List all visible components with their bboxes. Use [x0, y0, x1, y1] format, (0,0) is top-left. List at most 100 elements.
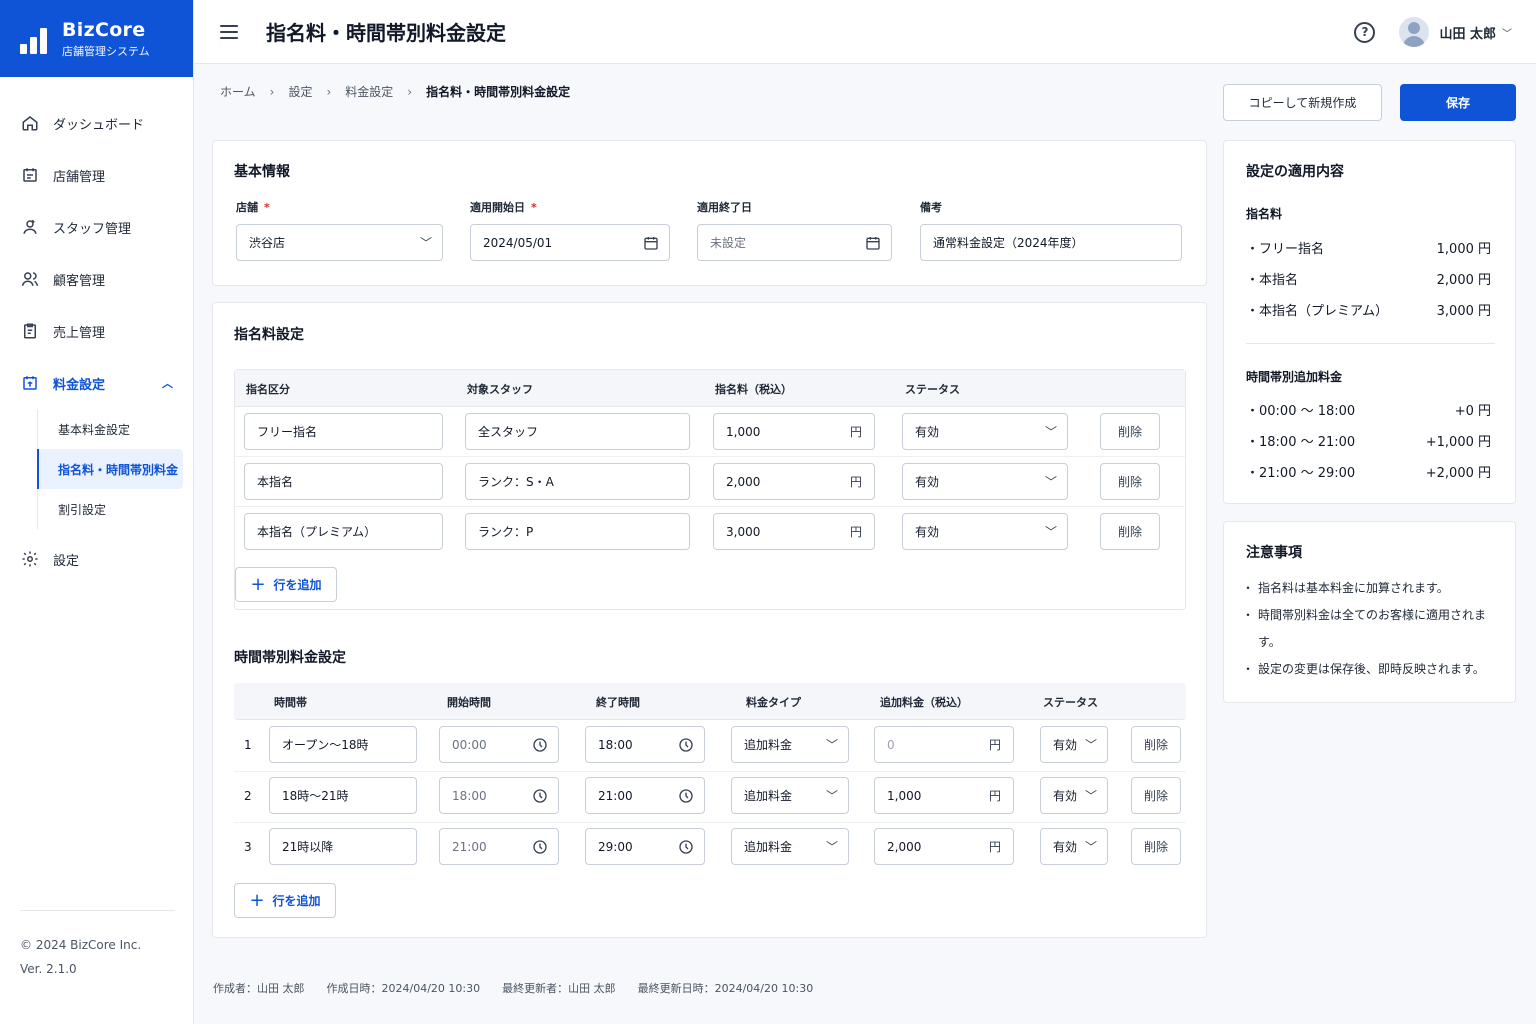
status-select[interactable]: 有効 ﹀	[1040, 777, 1108, 814]
cell-value: 有効	[915, 525, 940, 539]
calendar-icon[interactable]	[643, 225, 659, 260]
row-divider	[235, 506, 1185, 507]
nomination-type-input[interactable]: 本指名	[244, 463, 443, 500]
nomination-type-input[interactable]: 本指名（プレミアム）	[244, 513, 443, 550]
cell-value: 18:00	[598, 737, 633, 752]
timeband-table-header: 時間帯 開始時間 終了時間 料金タイプ 追加料金（税込） ステータス	[234, 683, 1186, 720]
fee-input[interactable]: 3,000 円	[713, 513, 875, 550]
note-label: 備考	[920, 201, 942, 214]
extra-fee-input[interactable]: 1,000 円	[874, 777, 1014, 814]
breadcrumb-settings[interactable]: 設定	[288, 83, 312, 100]
summary-value: 3,000 円	[1436, 304, 1491, 319]
clock-icon	[532, 778, 548, 813]
add-timeband-row-button[interactable]: + 行を追加	[234, 883, 336, 918]
sidebar-item-label: 店舗管理	[53, 169, 106, 185]
delete-button[interactable]: 削除	[1131, 726, 1181, 763]
updated-by: 最終更新者：山田 太郎	[502, 982, 616, 995]
chevron-down-icon: ﹀	[825, 738, 838, 752]
status-select[interactable]: 有効 ﹀	[902, 513, 1068, 550]
sidebar-item-dashboard[interactable]: ダッシュボード	[0, 97, 193, 149]
extra-fee-input[interactable]: 2,000 円	[874, 828, 1014, 865]
basic-info-card: 基本情報 店舗 * 渋谷店 ﹀ 適用開始日 * 2024/05/01 適用終了日 未…	[212, 140, 1207, 286]
end-time-input[interactable]: 21:00	[585, 777, 705, 814]
timeband-name-input[interactable]: 21時以降	[269, 828, 417, 865]
user-name[interactable]: 山田 太郎	[1439, 23, 1496, 42]
end-time-input[interactable]: 18:00	[585, 726, 705, 763]
cell-value: ランク：S・A	[478, 475, 554, 489]
status-select[interactable]: 有効 ﹀	[902, 413, 1068, 450]
start-date-input[interactable]: 2024/05/01	[470, 224, 670, 261]
yen-unit: 円	[849, 475, 862, 489]
sidebar-item-customers[interactable]: 顧客管理	[0, 253, 193, 305]
target-staff-input[interactable]: ランク：P	[465, 513, 690, 550]
status-select[interactable]: 有効 ﹀	[902, 463, 1068, 500]
chevron-down-icon[interactable]: ﹀	[1502, 25, 1512, 40]
yen-unit: 円	[849, 425, 862, 439]
save-button[interactable]: 保存	[1400, 84, 1516, 121]
subnav-item-nomination-fee[interactable]: 指名料・時間帯別料金	[37, 449, 183, 489]
sidebar-item-pricing[interactable]: 料金設定 ︿	[0, 357, 193, 409]
delete-button[interactable]: 削除	[1100, 463, 1160, 500]
delete-button[interactable]: 削除	[1131, 828, 1181, 865]
status-select[interactable]: 有効 ﹀	[1040, 726, 1108, 763]
add-nomination-row-button[interactable]: + 行を追加	[235, 567, 337, 602]
brand[interactable]: BizCore 店舗管理システム	[0, 0, 193, 77]
version: Ver. 2.1.0	[20, 962, 77, 976]
subnav-item-discount[interactable]: 割引設定	[38, 489, 183, 529]
store-select[interactable]: 渋谷店 ﹀	[236, 224, 443, 261]
menu-icon[interactable]	[220, 24, 238, 39]
calendar-icon[interactable]	[865, 225, 881, 260]
copyright: © 2024 BizCore Inc.	[20, 938, 142, 952]
timeband-name-input[interactable]: オープン〜18時	[269, 726, 417, 763]
delete-button[interactable]: 削除	[1100, 513, 1160, 550]
sidebar-item-store[interactable]: 店舗管理	[0, 149, 193, 201]
top-header: 指名料・時間帯別料金設定 ? 山田 太郎 ﹀	[194, 0, 1536, 64]
fee-type-select[interactable]: 追加料金 ﹀	[731, 726, 849, 763]
row-number: 1	[244, 738, 252, 752]
note-input[interactable]: 通常料金設定（2024年度）	[920, 224, 1182, 261]
created-by: 作成者：山田 太郎	[213, 982, 305, 995]
summary-label: ・18:00 〜 21:00	[1246, 435, 1356, 450]
breadcrumb-home[interactable]: ホーム	[220, 83, 256, 100]
breadcrumb-pricing[interactable]: 料金設定	[345, 83, 393, 100]
end-date-label: 適用終了日	[697, 201, 752, 214]
col-nomination-fee: 指名料（税込）	[715, 383, 792, 396]
subnav-item-basic-fee[interactable]: 基本料金設定	[38, 409, 183, 449]
fee-type-select[interactable]: 追加料金 ﹀	[731, 777, 849, 814]
row-divider	[235, 456, 1185, 457]
start-time-input[interactable]: 18:00	[439, 777, 559, 814]
target-staff-input[interactable]: ランク：S・A	[465, 463, 690, 500]
start-time-input[interactable]: 21:00	[439, 828, 559, 865]
fee-type-select[interactable]: 追加料金 ﹀	[731, 828, 849, 865]
help-icon[interactable]: ?	[1354, 21, 1376, 43]
note-value: 通常料金設定（2024年度）	[933, 236, 1084, 250]
avatar[interactable]	[1399, 17, 1430, 47]
delete-button[interactable]: 削除	[1100, 413, 1160, 450]
note-item: 設定の変更は保存後、即時反映されます。	[1242, 656, 1501, 683]
chevron-up-icon[interactable]: ︿	[162, 375, 173, 391]
cell-value: 有効	[1053, 840, 1078, 854]
extra-fee-input[interactable]: 0円	[874, 726, 1014, 763]
end-date-input[interactable]: 未設定	[697, 224, 892, 261]
row-number: 3	[244, 840, 252, 854]
plus-icon: +	[250, 573, 266, 595]
sidebar-item-settings[interactable]: 設定	[0, 533, 193, 585]
status-select[interactable]: 有効 ﹀	[1040, 828, 1108, 865]
nomination-type-input[interactable]: フリー指名	[244, 413, 443, 450]
timeband-name-input[interactable]: 18時〜21時	[269, 777, 417, 814]
fee-input[interactable]: 1,000 円	[713, 413, 875, 450]
notes-list: 指名料は基本料金に加算されます。 時間帯別料金は全てのお客様に適用されます。 設…	[1242, 575, 1501, 683]
copy-new-button[interactable]: コピーして新規作成	[1223, 84, 1382, 121]
cell-value: 本指名	[257, 475, 294, 489]
row-divider	[234, 771, 1186, 772]
cell-value: 有効	[915, 425, 940, 439]
fee-input[interactable]: 2,000 円	[713, 463, 875, 500]
sidebar-item-staff[interactable]: スタッフ管理	[0, 201, 193, 253]
end-time-input[interactable]: 29:00	[585, 828, 705, 865]
sidebar-item-sales[interactable]: 売上管理	[0, 305, 193, 357]
start-time-input[interactable]: 00:00	[439, 726, 559, 763]
header-right: ? 山田 太郎 ﹀	[1354, 0, 1512, 64]
delete-button[interactable]: 削除	[1131, 777, 1181, 814]
updated-at: 最終更新日時：2024/04/20 10:30	[637, 982, 814, 995]
target-staff-input[interactable]: 全スタッフ	[465, 413, 690, 450]
